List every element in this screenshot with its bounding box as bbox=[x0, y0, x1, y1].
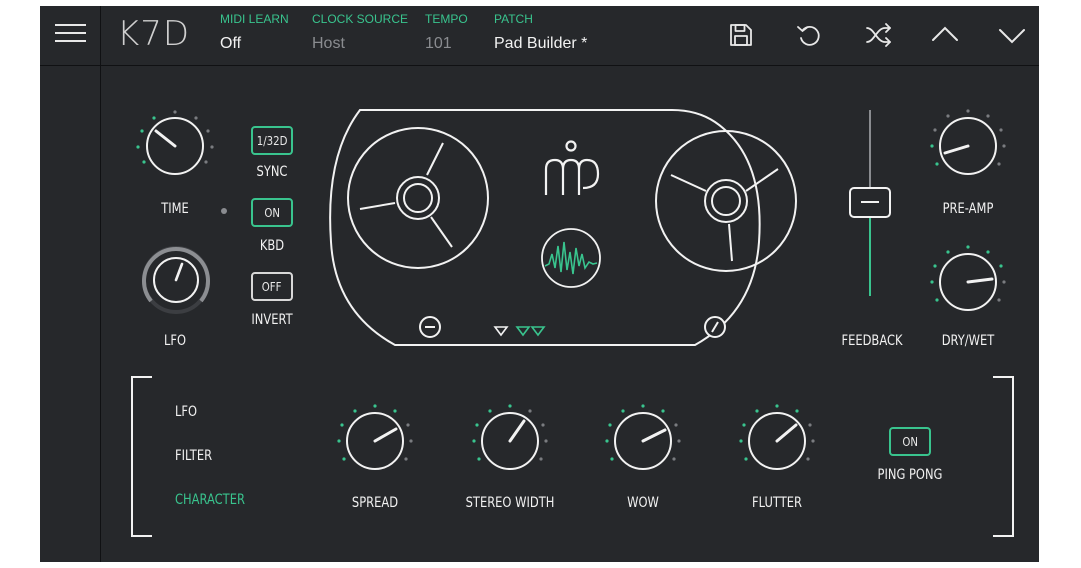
chevron-up-icon[interactable] bbox=[931, 23, 959, 47]
ping-pong-label: PING PONG bbox=[877, 467, 943, 483]
stereo-width-label: STEREO WIDTH bbox=[465, 495, 555, 511]
undo-icon[interactable] bbox=[796, 22, 822, 48]
dry-wet-knob[interactable] bbox=[928, 242, 1008, 322]
hamburger-menu-icon[interactable] bbox=[55, 22, 86, 44]
oscilloscope-icon bbox=[541, 228, 601, 288]
flutter-knob[interactable] bbox=[737, 401, 817, 481]
flutter-label: FLUTTER bbox=[752, 495, 802, 511]
kbd-toggle[interactable]: ON bbox=[251, 198, 293, 227]
chevron-down-icon[interactable] bbox=[998, 23, 1026, 47]
tempo-value[interactable]: 101 bbox=[425, 35, 452, 53]
tab-character[interactable]: CHARACTER bbox=[175, 492, 245, 508]
minus-screw-icon bbox=[419, 316, 441, 338]
right-reel-icon bbox=[655, 130, 797, 272]
sync-rate-button[interactable]: 1/32D bbox=[251, 126, 293, 155]
midi-learn-value[interactable]: Off bbox=[220, 35, 241, 53]
invert-toggle[interactable]: OFF bbox=[251, 272, 293, 301]
tempo-label: TEMPO bbox=[425, 12, 468, 26]
patch-name[interactable]: Pad Builder * bbox=[494, 35, 587, 53]
slash-screw-icon bbox=[704, 316, 726, 338]
tape-head-indicators bbox=[493, 326, 546, 337]
midi-learn-label: MIDI LEARN bbox=[220, 12, 289, 26]
wow-knob[interactable] bbox=[603, 401, 683, 481]
lfo-label: LFO bbox=[163, 333, 187, 349]
stereo-width-knob[interactable] bbox=[470, 401, 550, 481]
clock-source-value[interactable]: Host bbox=[312, 35, 345, 53]
left-strip bbox=[40, 6, 101, 562]
app-logo: K7D bbox=[117, 14, 191, 54]
save-icon[interactable] bbox=[728, 22, 754, 48]
time-knob[interactable] bbox=[135, 104, 215, 184]
spread-knob[interactable] bbox=[335, 401, 415, 481]
clock-source-label: CLOCK SOURCE bbox=[312, 12, 409, 26]
tab-lfo[interactable]: LFO bbox=[175, 404, 197, 420]
dry-wet-label: DRY/WET bbox=[941, 333, 995, 349]
brand-logo-icon bbox=[544, 140, 600, 195]
plugin-window: K7D MIDI LEARN Off CLOCK SOURCE Host TEM… bbox=[40, 6, 1039, 562]
feedback-fader-handle[interactable] bbox=[849, 187, 891, 218]
spread-label: SPREAD bbox=[351, 495, 399, 511]
tab-filter[interactable]: FILTER bbox=[175, 448, 212, 464]
lfo-mod-knob[interactable] bbox=[140, 244, 212, 316]
ping-pong-toggle[interactable]: ON bbox=[889, 427, 931, 456]
sync-label: SYNC bbox=[256, 164, 288, 180]
wow-label: WOW bbox=[627, 495, 659, 511]
feedback-label: FEEDBACK bbox=[841, 333, 903, 349]
sync-indicator-dot bbox=[221, 208, 227, 214]
left-reel-icon bbox=[347, 127, 489, 269]
patch-label: PATCH bbox=[494, 12, 533, 26]
pre-amp-knob[interactable] bbox=[928, 106, 1008, 186]
time-label: TIME bbox=[161, 201, 189, 217]
kbd-label: KBD bbox=[259, 238, 285, 254]
shuffle-icon[interactable] bbox=[865, 22, 893, 48]
invert-label: INVERT bbox=[251, 312, 293, 328]
pre-amp-label: PRE-AMP bbox=[942, 201, 994, 217]
